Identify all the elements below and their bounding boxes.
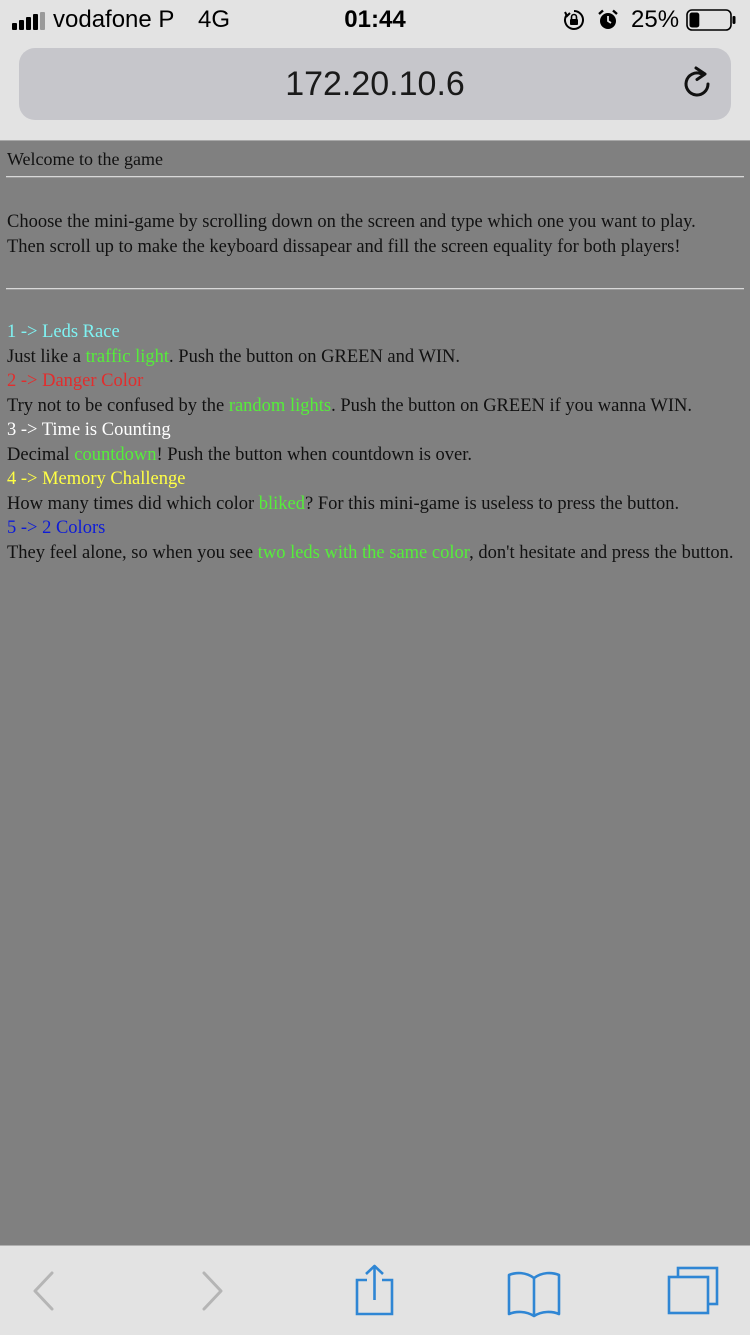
desc-text: . Push the button on GREEN if you wanna … xyxy=(331,395,692,416)
intro-text: Choose the mini-game by scrolling down o… xyxy=(7,212,696,257)
forward-button[interactable] xyxy=(186,1246,236,1335)
desc-text: . Push the button on GREEN and WIN. xyxy=(169,346,461,367)
desc-text: , don't hesitate and press the button. xyxy=(469,542,734,563)
desc-text: Decimal xyxy=(7,444,75,465)
game-desc-danger-color: Try not to be confused by the random lig… xyxy=(7,394,747,419)
share-button[interactable] xyxy=(345,1246,405,1335)
games-list: 1 -> Leds Race Just like a traffic light… xyxy=(7,320,747,565)
game-desc-time-is-counting: Decimal countdown! Push the button when … xyxy=(7,443,747,468)
divider xyxy=(6,288,744,290)
browser-toolbar xyxy=(0,1245,750,1335)
desc-text: ! Push the button when countdown is over… xyxy=(156,444,473,465)
game-title-memory-challenge: 4 -> Memory Challenge xyxy=(7,469,186,489)
desc-text: Try not to be confused by the xyxy=(7,395,229,416)
game-title-2-colors: 5 -> 2 Colors xyxy=(7,518,106,538)
game-title-leds-race: 1 -> Leds Race xyxy=(7,322,120,342)
url-text[interactable]: 172.20.10.6 xyxy=(19,48,731,120)
game-title-danger-color: 2 -> Danger Color xyxy=(7,371,144,391)
forward-icon xyxy=(202,1271,223,1311)
tabs-icon xyxy=(667,1266,719,1315)
desc-highlight: traffic light xyxy=(85,346,170,367)
desc-text: They feel alone, so when you see xyxy=(7,542,258,563)
game-desc-leds-race: Just like a traffic light. Push the butt… xyxy=(7,345,747,370)
game-desc-2-colors: They feel alone, so when you see two led… xyxy=(7,541,747,566)
bookmarks-icon xyxy=(507,1271,561,1318)
desc-text: ? For this mini-game is useless to press… xyxy=(305,493,680,514)
share-icon xyxy=(355,1264,394,1316)
tabs-button[interactable] xyxy=(663,1246,723,1335)
game-title-time-is-counting: 3 -> Time is Counting xyxy=(7,420,171,440)
status-bar: vodafone P 4G 01:44 25% xyxy=(0,0,750,40)
desc-highlight: bliked xyxy=(258,493,306,514)
page-content: Welcome to the game Choose the mini-game… xyxy=(0,141,750,1245)
desc-text: How many times did which color xyxy=(7,493,259,514)
orientation-lock-icon xyxy=(564,10,584,30)
alarm-icon xyxy=(598,9,618,29)
desc-highlight: countdown xyxy=(74,444,157,465)
desc-highlight: two leds with the same color xyxy=(257,542,470,563)
divider xyxy=(6,176,744,178)
reload-icon[interactable] xyxy=(679,66,715,102)
game-desc-memory-challenge: How many times did which color bliked? F… xyxy=(7,492,747,517)
desc-highlight: random lights xyxy=(228,395,332,416)
address-bar[interactable]: 172.20.10.6 xyxy=(19,48,731,120)
bookmarks-button[interactable] xyxy=(504,1246,564,1335)
back-icon xyxy=(33,1271,54,1311)
browser-address-area: 172.20.10.6 xyxy=(0,40,750,141)
welcome-heading: Welcome to the game xyxy=(7,149,163,169)
back-button[interactable] xyxy=(20,1246,70,1335)
battery-percent: 25% xyxy=(631,6,680,33)
battery-icon xyxy=(686,9,736,31)
desc-text: Just like a xyxy=(7,346,86,367)
